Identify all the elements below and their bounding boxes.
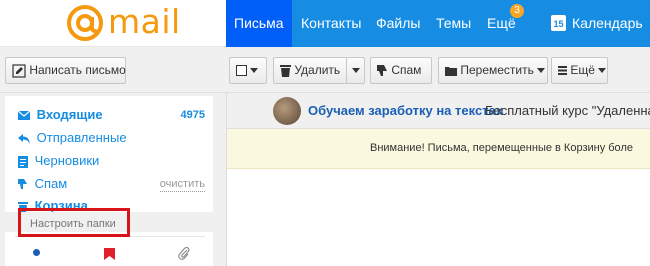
folder-sent-label: Отправленные <box>36 130 127 145</box>
move-button[interactable]: Переместить <box>438 57 548 84</box>
delete-label: Удалить <box>294 63 341 77</box>
clear-spam-link[interactable]: очистить <box>159 178 205 192</box>
top-navigation-bar: mail Письма Контакты Файлы Темы Ещё 3 15… <box>0 0 650 47</box>
button-divider <box>346 58 347 83</box>
trash-notice: Внимание! Письма, перемещенные в Корзину… <box>227 129 650 169</box>
annotation-highlight-box <box>18 208 130 237</box>
folder-list: Входящие 4975 Отправленные Черновики Спа… <box>5 96 213 266</box>
spam-label: Спам <box>391 63 422 77</box>
avatar <box>273 97 301 125</box>
toolbar: Написать письмо Удалить Спам Переместить <box>0 47 650 93</box>
promo-sender: Обучаем заработку на текстах <box>308 103 503 118</box>
notification-badge: 3 <box>510 4 524 18</box>
unread-count: 4975 <box>180 109 205 121</box>
flag-icon[interactable] <box>104 248 115 260</box>
pencil-icon <box>12 64 26 78</box>
paperclip-icon[interactable] <box>178 247 190 260</box>
nav-files[interactable]: Файлы <box>368 0 428 47</box>
checkbox-icon <box>236 65 247 77</box>
folder-icon <box>445 66 457 76</box>
promo-row[interactable]: Обучаем заработку на текстах Бесплатный … <box>227 93 650 129</box>
folder-sidebar: Входящие 4975 Отправленные Черновики Спа… <box>0 93 226 266</box>
thumb-down-icon <box>18 179 27 190</box>
nav-calendar[interactable]: Календарь <box>572 0 643 47</box>
nav-themes[interactable]: Темы <box>428 0 479 47</box>
compose-label: Написать письмо <box>29 63 126 77</box>
notice-text: Внимание! Письма, перемещенные в Корзину… <box>370 142 633 154</box>
chevron-down-icon[interactable] <box>352 68 360 73</box>
draft-icon <box>18 155 28 168</box>
unread-dot-icon[interactable] <box>33 249 40 256</box>
mail-logo[interactable]: mail <box>0 0 226 47</box>
sent-arrow-icon <box>18 133 30 144</box>
folder-inbox-label: Входящие <box>36 107 103 122</box>
compose-button[interactable]: Написать письмо <box>5 57 126 84</box>
message-list: Обучаем заработку на текстах Бесплатный … <box>226 93 650 266</box>
menu-icon <box>558 66 567 76</box>
folder-spam[interactable]: Спам очистить <box>18 175 213 193</box>
chevron-down-icon <box>537 68 546 74</box>
spam-button[interactable]: Спам <box>370 57 432 84</box>
promo-snippet: Бесплатный курс "Удаленная п <box>485 103 650 118</box>
select-all-checkbox[interactable] <box>229 57 267 84</box>
at-sign-logo-icon <box>67 5 103 41</box>
delete-button[interactable]: Удалить <box>273 57 365 84</box>
folder-drafts-label: Черновики <box>34 153 100 168</box>
chevron-down-icon <box>250 68 259 74</box>
folder-sent[interactable]: Отправленные <box>18 129 127 147</box>
thumb-down-icon <box>377 64 387 76</box>
chevron-down-icon <box>598 68 607 74</box>
more-label: Ещё <box>570 63 595 77</box>
calendar-icon[interactable]: 15 <box>551 15 566 31</box>
envelope-icon <box>17 110 31 121</box>
nav-contacts[interactable]: Контакты <box>293 0 369 47</box>
move-label: Переместить <box>460 63 534 77</box>
trash-icon <box>280 65 291 78</box>
nav-letters[interactable]: Письма <box>226 0 292 47</box>
folder-spam-label: Спам <box>34 176 68 191</box>
logo-text: mail <box>108 2 181 41</box>
more-button[interactable]: Ещё <box>551 57 608 84</box>
folder-drafts[interactable]: Черновики <box>18 152 99 170</box>
folder-inbox[interactable]: Входящие 4975 <box>17 106 213 124</box>
